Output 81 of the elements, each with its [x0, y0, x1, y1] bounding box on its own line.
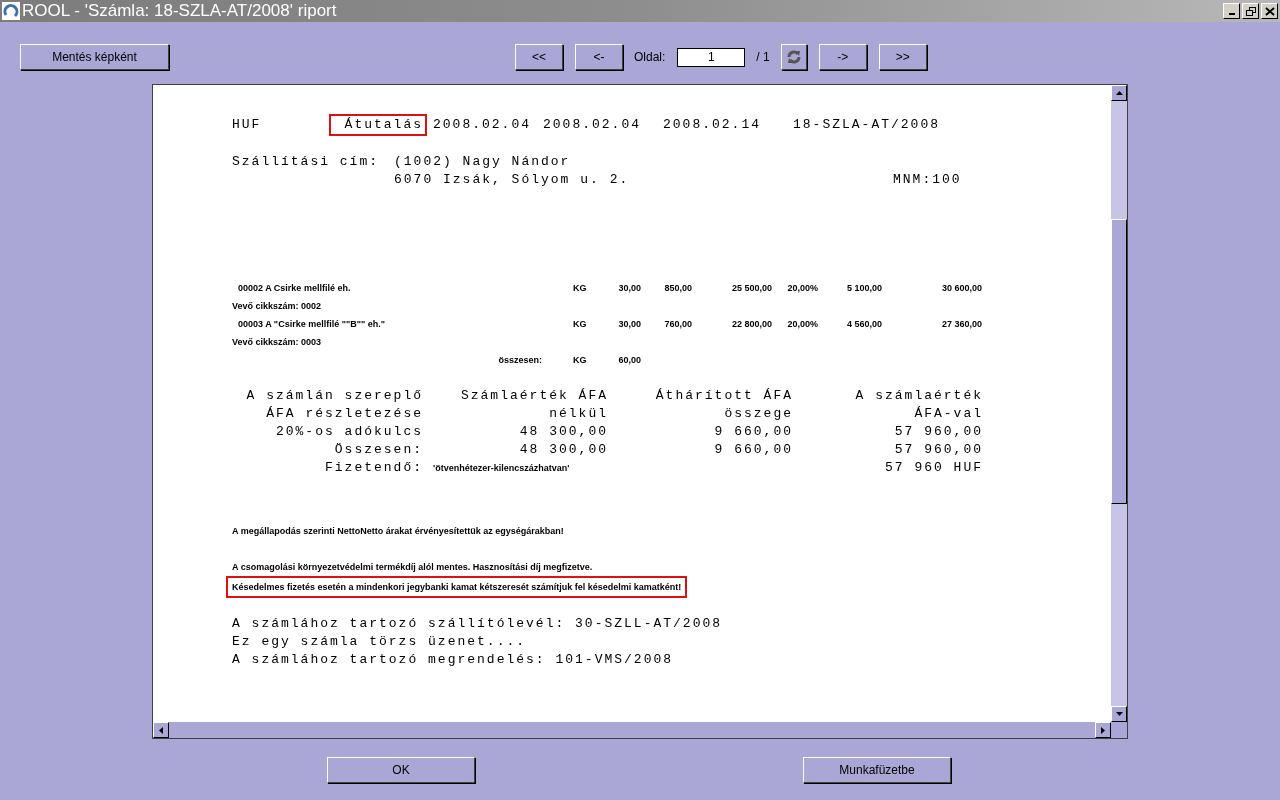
invoice-number: 18-SZLA-AT/2008	[793, 116, 941, 134]
vat-value: 48 300,00	[518, 441, 608, 459]
quantity: 30,00	[617, 318, 641, 331]
page-number-field[interactable]: 1	[677, 47, 746, 67]
vat-value: 9 660,00	[713, 423, 793, 441]
column-header: Számlaérték ÁFA	[459, 387, 608, 405]
vat-value: 20%-os adókulcs	[274, 423, 423, 441]
minimize-icon	[1228, 13, 1235, 15]
item-description: 00003 A "Csirke mellfilé ""B"" eh."	[237, 318, 386, 331]
issue-date: 2008.02.04	[433, 116, 532, 134]
column-header: A számlaérték	[854, 387, 983, 405]
scroll-left-arrow-icon	[159, 726, 163, 734]
window-title: ROOL - 'Számla: 18-SZLA-AT/2008' riport	[22, 1, 337, 21]
close-icon	[1264, 6, 1275, 16]
scroll-right-arrow-icon	[1101, 726, 1105, 734]
currency: HUF	[232, 116, 263, 134]
note-text: Késedelmes fizetés esetén a mindenkori jegybanki kamat kétszeresét számítjuk fel késedelmi kamatként!	[226, 576, 688, 598]
restore-icon	[1245, 6, 1256, 16]
net-amount: 25 500,00	[730, 282, 772, 295]
customer-item-number: Vevő cikkszám: 0003	[232, 336, 322, 349]
column-header: nélkül	[548, 405, 608, 423]
payment-method: Átutalás	[329, 114, 427, 136]
gross-amount: 30 600,00	[940, 282, 982, 295]
unit: KG	[573, 354, 588, 367]
first-page-button[interactable]: <<	[515, 44, 563, 70]
total-label: összesen:	[497, 354, 542, 367]
amount-in-words: 'ötvenhétezer-kilencszázhatvan'	[433, 462, 571, 475]
app-logo-icon	[2, 2, 20, 20]
footer-line: Ez egy számla törzs üzenet....	[232, 633, 528, 651]
quantity: 30,00	[617, 282, 641, 295]
next-page-button[interactable]: ->	[818, 44, 867, 70]
minimize-button[interactable]	[1223, 3, 1240, 19]
customer-name: (1002) Nagy Nándor	[394, 153, 571, 171]
item-description: 00002 A Csirke mellfilé eh.	[237, 282, 352, 295]
unit-price: 760,00	[663, 318, 692, 331]
vat-value: Összesen:	[333, 441, 423, 459]
footer-line: A számlához tartozó megrendelés: 101-VMS/2008	[232, 651, 675, 669]
due-date: 2008.02.14	[663, 116, 762, 134]
column-header: ÁFA részletezése	[265, 405, 423, 423]
note-text: A megállapodás szerinti NettoNetto árakat érvényesítettük az egységárakban!	[232, 525, 564, 538]
scroll-up-arrow-icon	[1115, 91, 1123, 95]
location-code: MNM:100	[893, 171, 962, 189]
previous-page-button[interactable]: <-	[575, 44, 623, 70]
ok-button[interactable]: OK	[327, 757, 475, 783]
vat-value: 48 300,00	[518, 423, 608, 441]
note-text: A csomagolási környezetvédelmi termékdíj alól mentes. Hasznosítási díj megfizetve.	[232, 561, 593, 574]
unit-price: 850,00	[663, 282, 692, 295]
column-header: ÁFA-val	[913, 405, 983, 423]
workbook-button[interactable]: Munkafüzetbe	[803, 757, 951, 783]
vat-value: 57 960,00	[893, 441, 983, 459]
gross-amount: 27 360,00	[940, 318, 982, 331]
footer-line: A számlához tartozó szállítólevél: 30-SZLL-AT/2008	[232, 615, 724, 633]
column-header: A számlán szereplő	[245, 387, 423, 405]
horizontal-scrollbar[interactable]	[153, 722, 1127, 738]
vat-value: 9 660,00	[713, 441, 793, 459]
payable-label: Fizetendő:	[324, 459, 423, 477]
shipping-label: Szállítási cím:	[232, 153, 381, 171]
refresh-button[interactable]	[780, 44, 807, 70]
vat-amount: 5 100,00	[845, 282, 882, 295]
quantity: 60,00	[617, 354, 641, 367]
vat-rate: 20,00%	[786, 318, 818, 331]
vat-rate: 20,00%	[786, 282, 818, 295]
scroll-down-arrow-icon	[1115, 712, 1123, 716]
last-page-button[interactable]: >>	[878, 44, 927, 70]
page-label: Oldal:	[634, 49, 666, 66]
restore-button[interactable]	[1242, 3, 1259, 19]
delivery-date: 2008.02.04	[543, 116, 642, 134]
close-button[interactable]	[1261, 3, 1278, 19]
column-header: Áthárított ÁFA	[654, 387, 793, 405]
vat-amount: 4 560,00	[845, 318, 882, 331]
unit: KG	[573, 318, 588, 331]
vertical-scrollbar[interactable]	[1111, 85, 1127, 722]
vat-value: 57 960,00	[893, 423, 983, 441]
customer-address: 6070 Izsák, Sólyom u. 2.	[394, 171, 631, 189]
save-as-image-button[interactable]: Mentés képként	[20, 44, 169, 70]
net-amount: 22 800,00	[730, 318, 772, 331]
column-header: összege	[723, 405, 793, 423]
page-total: / 1	[756, 49, 770, 66]
customer-item-number: Vevő cikkszám: 0002	[232, 300, 322, 313]
payable-amount: 57 960 HUF	[884, 459, 983, 477]
unit: KG	[573, 282, 588, 295]
